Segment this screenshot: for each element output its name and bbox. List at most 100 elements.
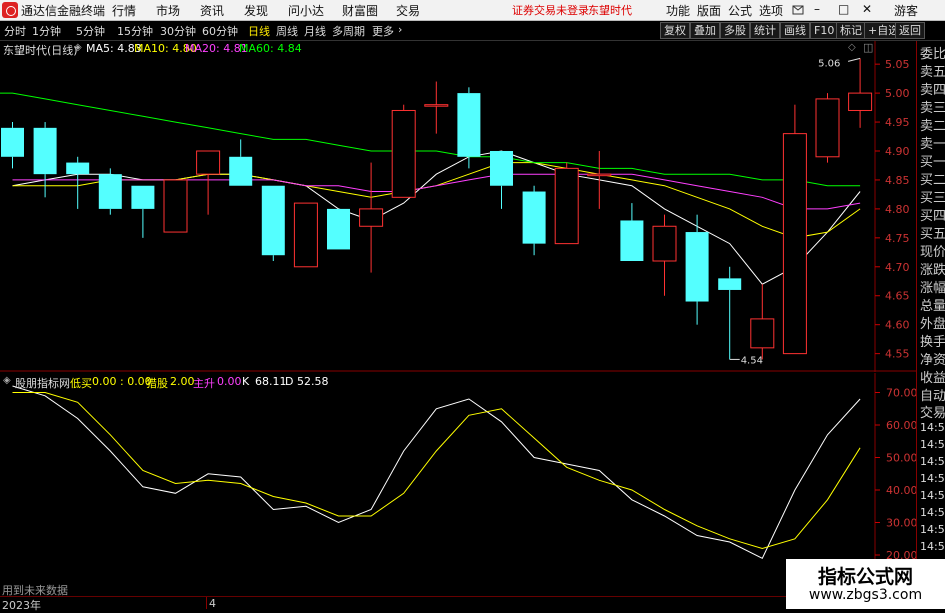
login-status[interactable]: 证券交易未登录 xyxy=(512,2,589,18)
zhusheng-value: 0.00 xyxy=(217,375,242,388)
candle xyxy=(327,208,350,250)
trade-time: 14:56 xyxy=(920,455,945,468)
trade-time: 14:56 xyxy=(920,421,945,434)
menu-zixun[interactable]: 资讯 xyxy=(200,2,224,19)
ma5-line xyxy=(12,150,861,285)
side-field-label: 净资 xyxy=(920,353,945,368)
duogu-button[interactable]: 多股 xyxy=(720,22,750,39)
candle xyxy=(261,185,285,261)
d-value: 52.58 xyxy=(297,375,329,388)
period-weekly[interactable]: 周线 xyxy=(276,23,298,39)
menu-caifuquan[interactable]: 财富圈 xyxy=(342,2,378,19)
menu-shichang[interactable]: 市场 xyxy=(156,2,180,19)
candle-body xyxy=(1,127,24,157)
indicator-tick-label: 50.00 xyxy=(886,452,916,465)
period-daily[interactable]: 日线 xyxy=(248,23,270,39)
collapse-icon[interactable]: ◫ xyxy=(863,41,873,54)
side-field-label: 买四 xyxy=(920,209,945,224)
candle-body xyxy=(554,167,579,245)
tongji-button[interactable]: 统计 xyxy=(750,22,780,39)
maximize-icon[interactable]: □ xyxy=(838,2,849,16)
diamond-icon[interactable]: ◇ xyxy=(848,42,856,53)
candle-body xyxy=(718,278,742,290)
menu-xuanxiang[interactable]: 选项 xyxy=(759,2,783,19)
candle xyxy=(98,168,122,215)
indicator-tick-label: 30.00 xyxy=(886,517,916,530)
liegu-value: 2.00 xyxy=(170,375,195,388)
period-60min[interactable]: 60分钟 xyxy=(202,23,238,39)
side-field-label: 买一 xyxy=(920,155,945,170)
candle xyxy=(196,150,221,215)
side-field-label: 卖四 xyxy=(920,83,945,98)
period-multi[interactable]: 多周期 xyxy=(332,23,365,39)
indicator-chart[interactable]: 70.0060.0050.0040.0030.0020.00 xyxy=(0,373,916,581)
period-15min[interactable]: 15分钟 xyxy=(117,23,153,39)
menu-wenxiaoda[interactable]: 问小达 xyxy=(288,2,324,19)
fanhui-button[interactable]: 返回 xyxy=(895,22,925,39)
candle-body xyxy=(522,191,546,244)
dimai-value: 0.00 : 0.00 xyxy=(92,375,152,388)
trade-time: 14:56 xyxy=(920,489,945,502)
menu-hangqing[interactable]: 行情 xyxy=(112,2,136,19)
d-line xyxy=(12,392,861,550)
quote-side-panel: 委比 卖五 卖四 卖三 卖二 卖一 买一 买二 买三 买四 买五 现价 涨跌 涨幅 总量 外盘 换手 净资 收益 xyxy=(916,41,945,386)
candle-body xyxy=(261,185,285,256)
diejia-button[interactable]: 叠加 xyxy=(690,22,720,39)
period-5min[interactable]: 5分钟 xyxy=(76,23,105,39)
candle xyxy=(293,202,318,268)
price-tick-label: 4.85 xyxy=(885,174,910,187)
candle-body xyxy=(424,104,449,107)
period-30min[interactable]: 30分钟 xyxy=(160,23,196,39)
kline-chart[interactable]: 5.05 5.00 4.95 4.90 4.85 4.80 4.75 4.70 4.65 4.60… xyxy=(0,41,916,372)
price-tick-label: 4.55 xyxy=(885,348,910,361)
trade-time: 14:56 xyxy=(920,523,945,536)
menu-faxian[interactable]: 发现 xyxy=(244,2,268,19)
ma-settings-icon[interactable]: ◈ xyxy=(74,42,82,53)
biaoji-button[interactable]: 标记 xyxy=(836,22,866,39)
d-name: D xyxy=(285,375,294,388)
close-icon[interactable]: ✕ xyxy=(862,2,872,16)
side-field-label: 卖三 xyxy=(920,101,945,116)
period-monthly[interactable]: 月线 xyxy=(304,23,326,39)
menu-gongneng[interactable]: 功能 xyxy=(666,2,690,19)
menu-gongshi[interactable]: 公式 xyxy=(728,2,752,19)
f10-button[interactable]: F10 xyxy=(810,22,839,39)
menu-jiaoyi[interactable]: 交易 xyxy=(396,2,420,19)
candle-body xyxy=(815,98,840,158)
zhusheng-name: 主升 xyxy=(193,377,215,390)
candle xyxy=(685,214,709,325)
fuquan-button[interactable]: 复权 xyxy=(660,22,690,39)
side-field-label: 现价 xyxy=(920,245,945,260)
site-watermark: 指标公式网 www.zbgs3.com xyxy=(786,559,945,609)
period-1min[interactable]: 1分钟 xyxy=(32,23,61,39)
trade-time: 14:56 xyxy=(920,506,945,519)
candle xyxy=(750,284,775,360)
side-field-label: 涨跌 xyxy=(920,263,945,278)
k-line xyxy=(12,385,861,559)
price-tick-label: 4.90 xyxy=(885,145,910,158)
candle xyxy=(652,214,677,296)
period-fenshi[interactable]: 分时 xyxy=(4,23,26,39)
user-label[interactable]: 游客 xyxy=(894,2,918,19)
side-field-label: 买三 xyxy=(920,191,945,206)
indicator-settings-icon[interactable]: ◈ xyxy=(3,375,11,386)
ma60-line xyxy=(0,92,861,187)
mail-icon[interactable] xyxy=(792,4,804,16)
side-field-label: 换手 xyxy=(920,335,945,350)
huaxian-button[interactable]: 画线 xyxy=(780,22,810,39)
period-more[interactable]: 更多 xyxy=(372,23,394,39)
side-field-label: 涨幅 xyxy=(920,281,945,296)
candle xyxy=(522,185,546,256)
indicator-tick-label: 40.00 xyxy=(886,484,916,497)
candle-body xyxy=(750,318,775,349)
side-trade-label[interactable]: 交易 xyxy=(920,402,945,421)
candle-body xyxy=(391,109,416,198)
period-toolbar: 分时 1分钟 5分钟 15分钟 30分钟 60分钟 日线 周线 月线 多周期 更… xyxy=(0,21,945,41)
indicator-tick-label: 70.00 xyxy=(886,387,916,400)
menu-banmian[interactable]: 版面 xyxy=(697,2,721,19)
chevron-right-icon[interactable]: › xyxy=(398,23,402,36)
minimize-icon[interactable]: – xyxy=(814,2,820,16)
app-title: 通达信金融终端 xyxy=(21,4,106,18)
menu-bar: 通达信金融终端 行情 市场 资讯 发现 问小达 财富圈 交易 证券交易未登录 东… xyxy=(0,0,945,21)
candle xyxy=(424,81,449,134)
